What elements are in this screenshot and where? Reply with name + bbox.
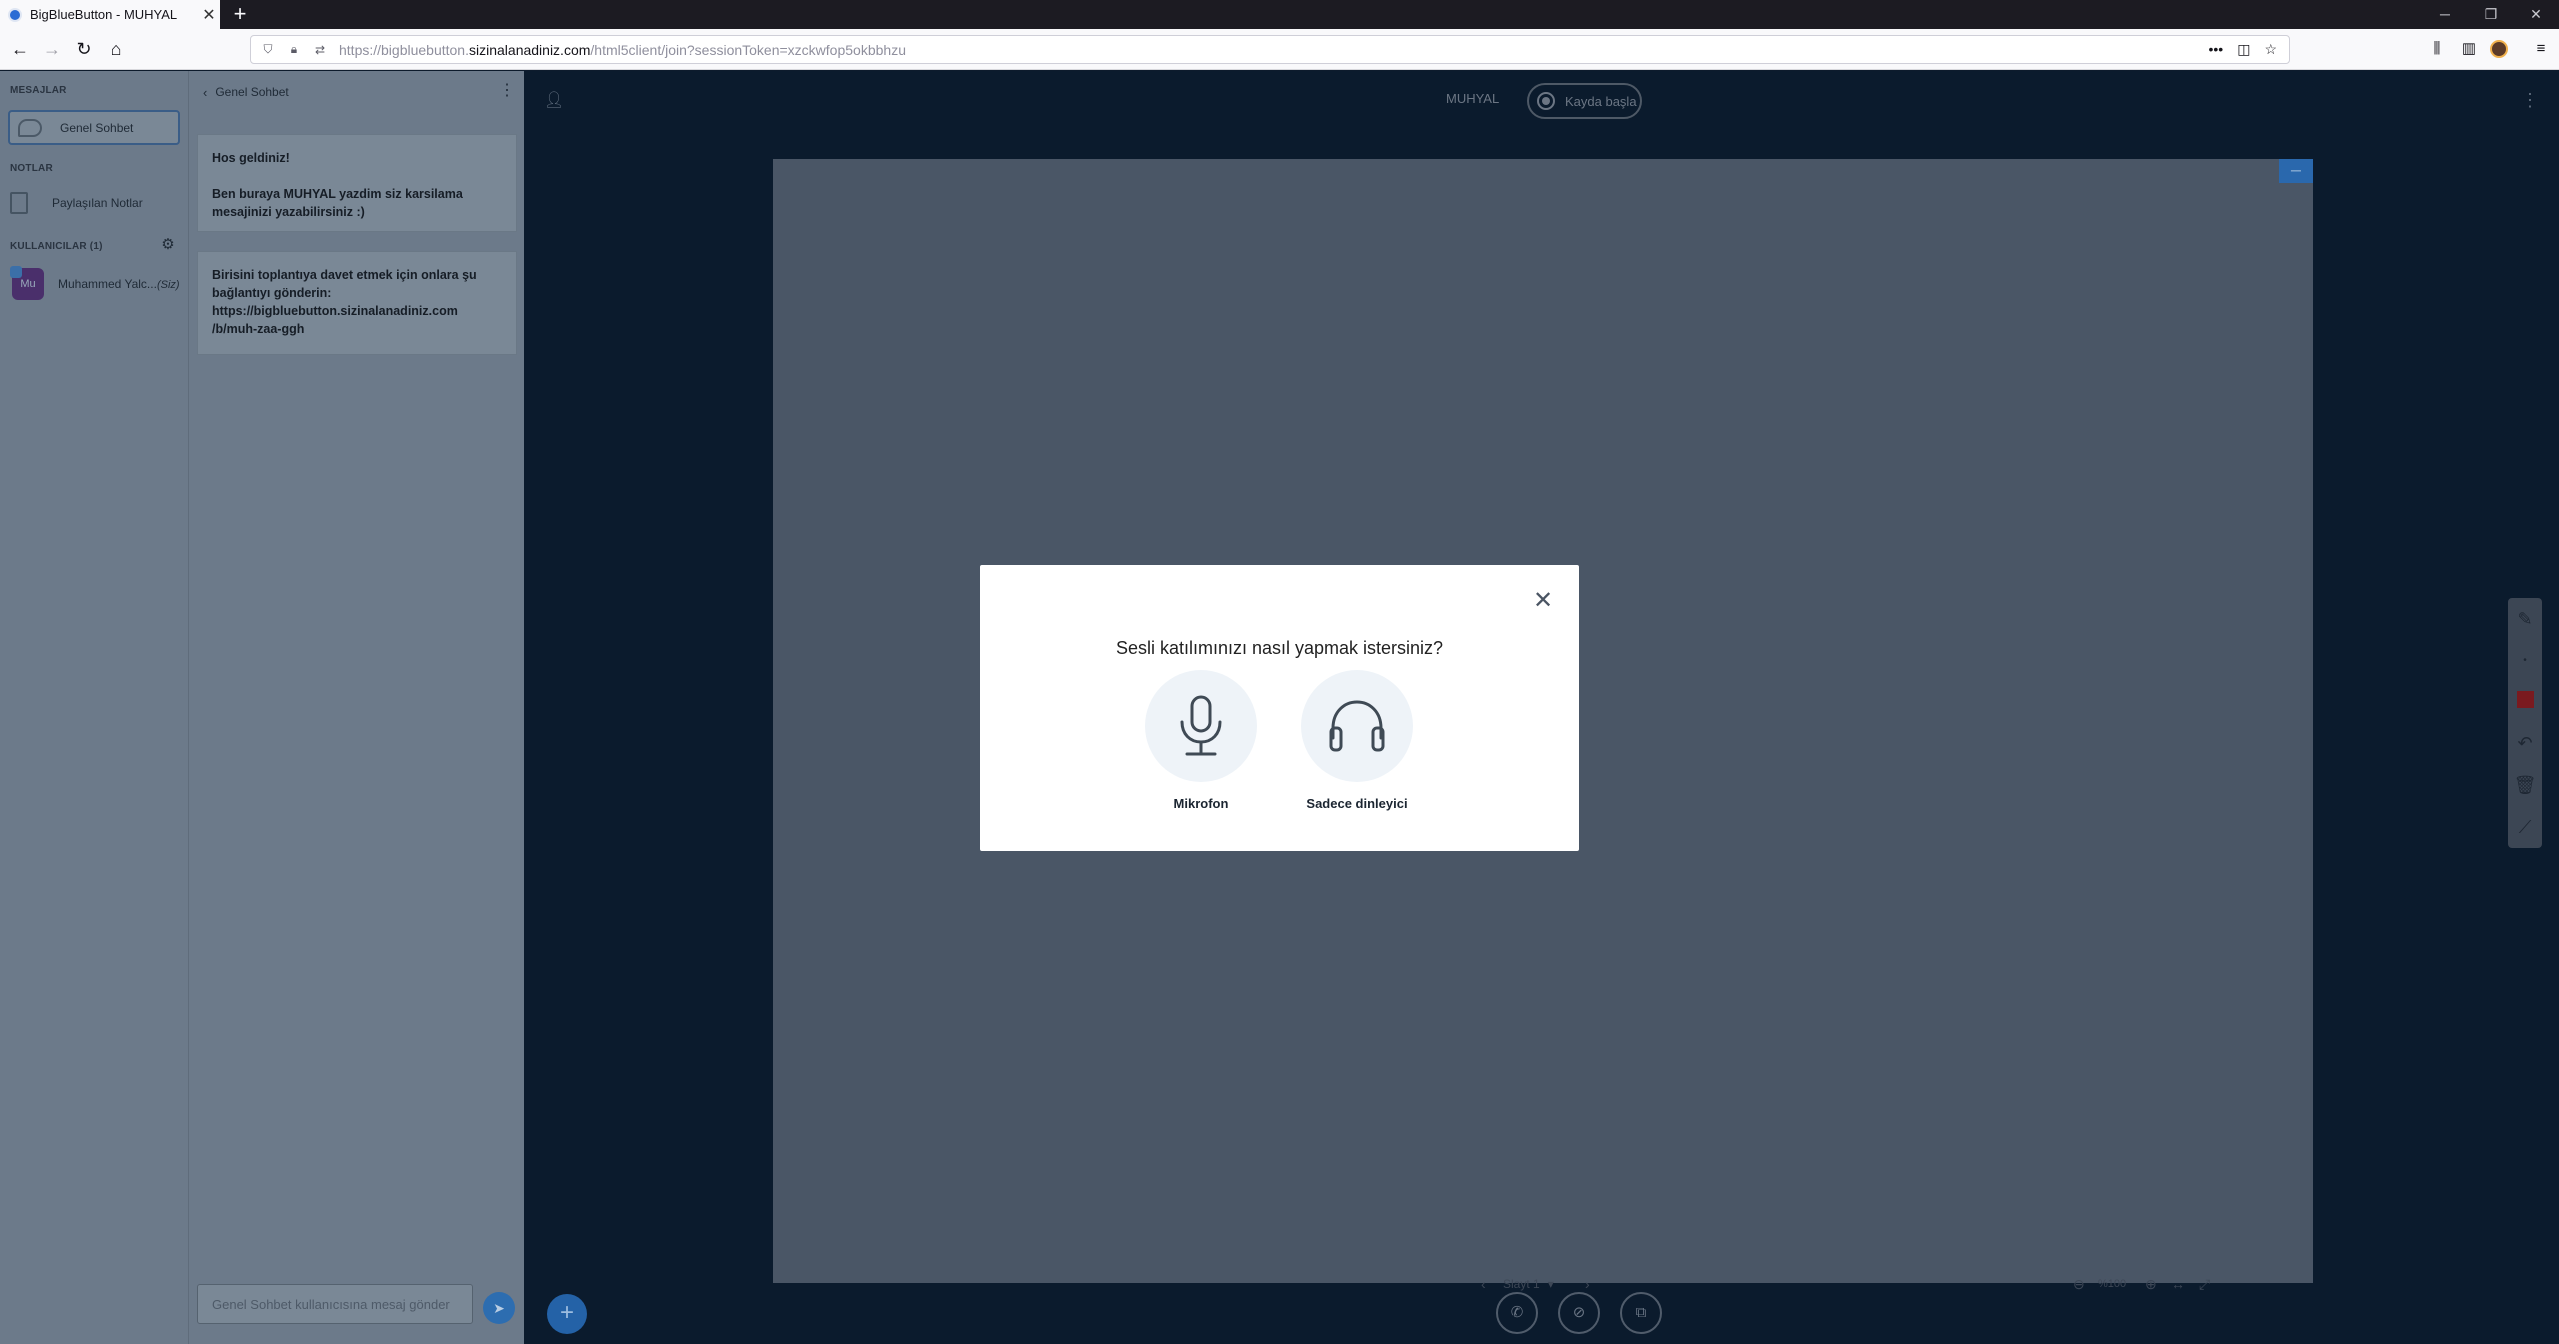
welcome-message: Hos geldiniz! Ben buraya MUHYAL yazdim s… [197, 134, 517, 232]
start-recording-button[interactable]: Kayda başla [1527, 83, 1642, 119]
back-button[interactable]: ← [8, 37, 32, 61]
you-indicator: (Siz) [156, 279, 180, 291]
welcome-body: Ben buraya MUHYAL yazdim siz karsilama m… [212, 187, 463, 219]
address-bar[interactable]: ⛉ 🔒︎ ⇄ https://bigbluebutton.sizinalanad… [250, 35, 2290, 64]
welcome-title: Hos geldiniz! [212, 151, 290, 165]
minimize-presentation-button[interactable]: ─ [2279, 159, 2313, 183]
share-screen-button[interactable]: ⧉ [1620, 1292, 1662, 1334]
chat-header-back[interactable]: ‹ Genel Sohbet [203, 83, 289, 101]
previous-slide-icon[interactable]: ‹ [1481, 1274, 1486, 1294]
gear-icon[interactable]: ⚙ [160, 237, 176, 253]
headphones-icon[interactable] [1301, 670, 1413, 782]
record-label: Kayda başla [1565, 93, 1637, 109]
browser-tab[interactable]: BigBlueButton - MUHYAL ✕ [0, 0, 220, 29]
browser-nav-bar: ← → ↻ ⌂ ⛉ 🔒︎ ⇄ https://bigbluebutton.siz… [0, 29, 2559, 70]
zoom-out-icon[interactable]: ⊖ [2073, 1274, 2085, 1294]
notes-section-label: NOTLAR [10, 163, 53, 174]
chat-options-icon[interactable]: ⋮ [499, 81, 515, 101]
undo-icon[interactable]: ↶ [2508, 728, 2542, 758]
close-window-button[interactable]: ✕ [2513, 0, 2559, 29]
close-icon[interactable]: ✕ [1531, 589, 1555, 613]
slide-controls: ‹ Slayt 1 ▾ › ⊖ %100 ⊕ ↔ ⤢ [773, 1268, 2313, 1302]
actions-plus-button[interactable]: + [547, 1294, 587, 1334]
user-list-item[interactable]: Mu Muhammed Yalc...(Siz) [10, 266, 180, 301]
chat-bubble-icon [18, 118, 42, 137]
invite-link-path[interactable]: /b/muh-zaa-ggh [212, 320, 502, 338]
sidebar-item-general-chat[interactable]: Genel Sohbet [8, 110, 180, 145]
chat-message-input[interactable] [197, 1284, 473, 1324]
chat-panel: ‹ Genel Sohbet ⋮ Hos geldiniz! Ben buray… [188, 71, 524, 1344]
fullscreen-icon[interactable]: ⤢ [2199, 1274, 2210, 1294]
color-picker-swatch[interactable] [2517, 691, 2534, 708]
invite-text: Birisini toplantıya davet etmek için onl… [212, 268, 477, 300]
zoom-level: %100 [2098, 1278, 2127, 1290]
multi-user-whiteboard-icon[interactable]: ⟋ [2508, 812, 2542, 842]
url-text[interactable]: https://bigbluebutton.sizinalanadiniz.co… [339, 42, 906, 58]
restore-window-button[interactable]: ❐ [2468, 0, 2514, 29]
microphone-icon[interactable] [1145, 670, 1257, 782]
new-tab-button[interactable]: + [228, 0, 252, 29]
tab-title: BigBlueButton - MUHYAL [30, 7, 178, 22]
tab-close-icon[interactable]: ✕ [198, 5, 220, 25]
user-name: Muhammed Yalc...(Siz) [58, 277, 180, 291]
notes-icon [10, 192, 28, 214]
profile-avatar[interactable] [2490, 40, 2508, 58]
fit-width-icon[interactable]: ↔ [2171, 1274, 2185, 1294]
reload-button[interactable]: ↻ [72, 37, 96, 61]
zoom-in-icon[interactable]: ⊕ [2145, 1274, 2157, 1294]
bookmark-star-icon[interactable]: ☆ [2264, 41, 2277, 58]
options-menu-icon[interactable]: ⋮ [2521, 89, 2539, 111]
listen-only-option-button[interactable]: Sadece dinleyici [1287, 670, 1427, 811]
forward-button[interactable]: → [40, 37, 64, 61]
permissions-icon[interactable]: ⇄ [311, 43, 329, 57]
send-message-button[interactable]: ➤ [483, 1292, 515, 1324]
invite-link[interactable]: https://bigbluebutton.sizinalanadiniz.co… [212, 302, 502, 320]
library-icon[interactable]: ⫼ [2426, 38, 2448, 60]
page-actions-icon[interactable]: ••• [2208, 41, 2223, 58]
lock-icon[interactable]: 🔒︎ [285, 42, 303, 57]
pocket-icon[interactable]: ◫ [2237, 41, 2250, 58]
sidebar-item-shared-notes[interactable]: Paylaşılan Notlar [10, 189, 143, 217]
share-webcam-button[interactable]: ⊘ [1558, 1292, 1600, 1334]
meeting-title: MUHYAL [1446, 91, 1500, 106]
general-chat-label: Genel Sohbet [60, 120, 134, 135]
invite-message: Birisini toplantıya davet etmek için onl… [197, 251, 517, 355]
browser-tab-bar: BigBlueButton - MUHYAL ✕ + ─ ❐ ✕ [0, 0, 2559, 29]
bbb-favicon-icon [8, 7, 22, 22]
shared-notes-label: Paylaşılan Notlar [52, 196, 143, 210]
tracking-shield-icon[interactable]: ⛉ [259, 42, 277, 57]
home-button[interactable]: ⌂ [104, 37, 128, 61]
users-section-label: KULLANICILAR (1) [10, 241, 103, 252]
audio-join-modal: ✕ Sesli katılımınızı nasıl yapmak isters… [980, 565, 1579, 851]
join-audio-button[interactable]: ✆ [1496, 1292, 1538, 1334]
modal-title: Sesli katılımınızı nasıl yapmak istersin… [1115, 638, 1444, 658]
chevron-left-icon: ‹ [203, 84, 208, 100]
hamburger-menu-icon[interactable]: ≡ [2530, 38, 2552, 60]
record-icon [1537, 92, 1555, 110]
listen-only-label: Sadece dinleyici [1306, 796, 1408, 811]
user-list-sidebar: MESAJLAR Genel Sohbet NOTLAR Paylaşılan … [0, 71, 188, 1344]
next-slide-icon[interactable]: › [1585, 1274, 1590, 1294]
pencil-icon[interactable]: ✎ [2508, 604, 2542, 634]
chat-title: Genel Sohbet [215, 85, 289, 99]
minimize-window-button[interactable]: ─ [2422, 0, 2468, 29]
chevron-down-icon: ▾ [1547, 1277, 1554, 1291]
microphone-label: Mikrofon [1173, 796, 1229, 811]
sidebar-toggle-icon[interactable]: ▥ [2458, 38, 2480, 60]
messages-section-label: MESAJLAR [10, 85, 67, 96]
avatar: Mu [10, 266, 44, 300]
trash-icon[interactable]: 🗑︎ [2508, 770, 2542, 800]
user-list-toggle-icon[interactable]: 👤︎ [544, 91, 564, 111]
thickness-icon[interactable]: • [2508, 646, 2542, 676]
whiteboard-toolbar: ✎ • ↶ 🗑︎ ⟋ [2508, 598, 2542, 848]
microphone-option-button[interactable]: Mikrofon [1131, 670, 1271, 811]
